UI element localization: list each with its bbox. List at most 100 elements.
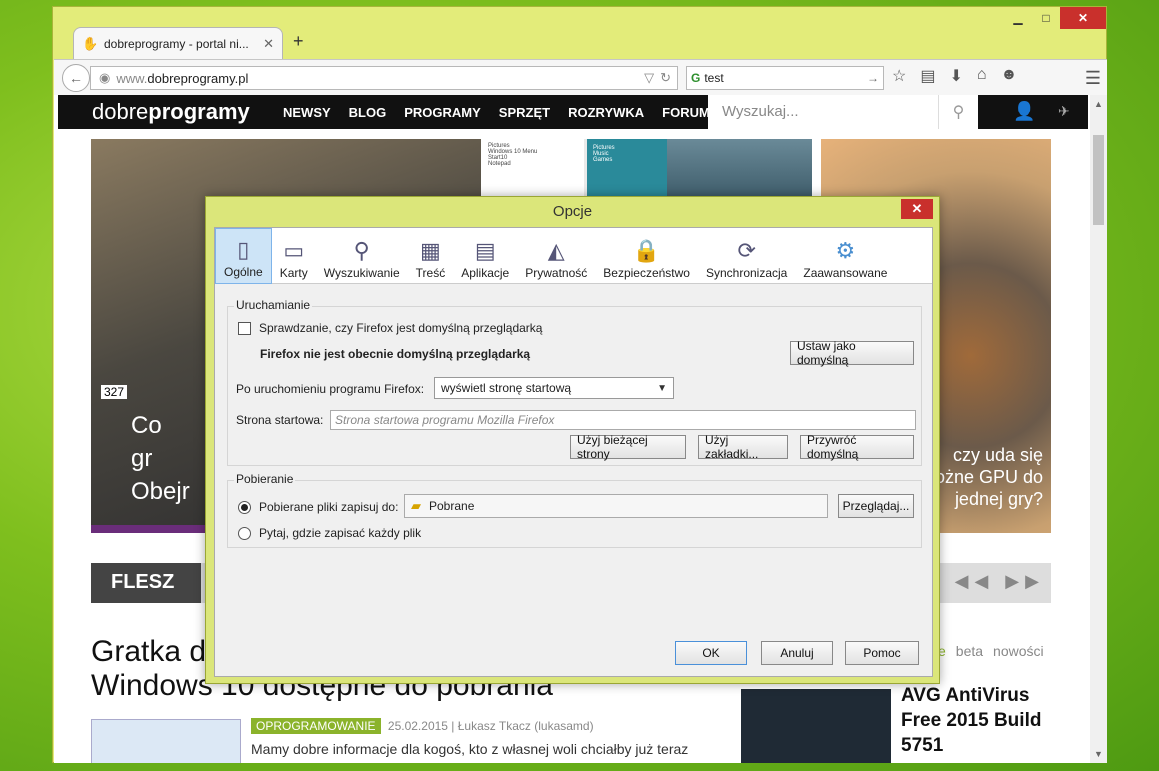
- side-tab-beta[interactable]: beta: [956, 643, 983, 659]
- site-logo[interactable]: dobreprogramy: [92, 99, 250, 125]
- default-check-label: Sprawdzanie, czy Firefox jest domyślną p…: [259, 321, 543, 335]
- gear-icon: ⚙: [835, 238, 856, 263]
- site-favicon-icon: ✋: [82, 35, 99, 51]
- downloads-icon[interactable]: ⬇: [949, 66, 962, 86]
- plane-icon[interactable]: ✈: [1058, 103, 1070, 120]
- user-icon[interactable]: 👤: [1013, 101, 1035, 122]
- ok-button[interactable]: OK: [675, 641, 747, 665]
- navigation-toolbar: ← ◉ www. dobreprogramy.pl ▽ ↻ G test → ☆…: [54, 59, 1107, 95]
- tabs-icon: ▭: [283, 238, 305, 263]
- nav-sprzet[interactable]: SPRZĘT: [499, 105, 550, 120]
- nav-forum[interactable]: FORUM: [662, 105, 710, 120]
- on-start-select[interactable]: wyświetl stronę startową ▼: [434, 377, 674, 399]
- hamburger-menu-icon[interactable]: ☰: [1085, 68, 1101, 89]
- site-search-input[interactable]: Wyszukaj...: [708, 95, 938, 129]
- home-icon[interactable]: ⌂: [977, 66, 987, 86]
- tab-advanced[interactable]: ⚙ Zaawansowane: [795, 228, 895, 284]
- homepage-label: Strona startowa:: [236, 413, 324, 427]
- maximize-button[interactable]: □: [1032, 7, 1060, 29]
- article-category-badge[interactable]: OPROGRAMOWANIE: [251, 718, 381, 734]
- globe-icon: ◉: [99, 70, 111, 85]
- chevron-down-icon: ▼: [657, 382, 667, 394]
- url-domain: dobreprogramy.pl: [147, 70, 249, 86]
- dialog-close-button[interactable]: ✕: [901, 199, 933, 219]
- tab-close-icon[interactable]: ✕: [263, 36, 274, 52]
- not-default-text: Firefox nie jest obecnie domyślną przegl…: [260, 347, 531, 361]
- nav-programy[interactable]: PROGRAMY: [404, 105, 481, 120]
- search-input-value[interactable]: test: [704, 71, 723, 85]
- nav-newsy[interactable]: NEWSY: [283, 105, 331, 120]
- tab-content[interactable]: ▦ Treść: [408, 228, 454, 284]
- use-bookmark-button[interactable]: Użyj zakładki...: [698, 433, 788, 461]
- save-to-label: Pobierane pliki zapisuj do:: [259, 500, 399, 514]
- on-start-label: Po uruchomieniu programu Firefox:: [236, 382, 425, 396]
- tab-title: dobreprogramy - portal ni...: [104, 36, 249, 51]
- hero-article-middle[interactable]: Pictures Windows 10 Menu Start10 Notepad P…: [484, 139, 812, 199]
- lock-icon: 🔒: [632, 238, 661, 263]
- hero-left-text: Co gr Obejr: [131, 412, 190, 505]
- browser-tab[interactable]: ✋ dobreprogramy - portal ni... ✕: [73, 27, 283, 59]
- tab-applications[interactable]: ▤ Aplikacje: [453, 228, 517, 284]
- set-default-button[interactable]: Ustaw jako domyślną: [790, 339, 914, 367]
- side-article-title[interactable]: AVG AntiVirus Free 2015 Build 5751: [901, 683, 1041, 758]
- side-tab-new[interactable]: nowości: [993, 643, 1044, 659]
- tab-tabs[interactable]: ▭ Karty: [272, 228, 316, 284]
- restore-default-button[interactable]: Przywróć domyślną: [800, 433, 914, 461]
- nav-blog[interactable]: BLOG: [349, 105, 387, 120]
- ask-label: Pytaj, gdzie zapisać każdy plik: [259, 526, 422, 540]
- use-current-page-button[interactable]: Użyj bieżącej strony: [570, 433, 686, 461]
- help-button[interactable]: Pomoc: [845, 641, 919, 665]
- scroll-up-icon[interactable]: ▲: [1094, 99, 1103, 109]
- scroll-thumb[interactable]: [1093, 135, 1104, 225]
- back-button[interactable]: ←: [62, 64, 90, 92]
- startup-group: Uruchamianie Sprawdzanie, czy Firefox je…: [227, 298, 922, 466]
- url-bar[interactable]: ◉ www. dobreprogramy.pl ▽ ↻: [90, 66, 678, 90]
- nav-rozrywka[interactable]: ROZRYWKA: [568, 105, 644, 120]
- minimize-button[interactable]: ▁: [1004, 7, 1032, 29]
- url-dropdown-icon[interactable]: ▽: [644, 70, 654, 86]
- options-dialog: Opcje ✕ ▯ Ogólne ▭ Karty ⚲ Wyszukiwanie …: [205, 196, 940, 684]
- ask-radio[interactable]: [238, 526, 251, 540]
- ask-row[interactable]: Pytaj, gdzie zapisać każdy plik: [238, 526, 421, 540]
- save-to-radio[interactable]: [238, 500, 251, 514]
- search-go-icon[interactable]: →: [867, 71, 883, 85]
- save-to-row[interactable]: Pobierane pliki zapisuj do:: [238, 500, 398, 514]
- tab-sync[interactable]: ⟳ Synchronizacja: [698, 228, 795, 284]
- tab-general[interactable]: ▯ Ogólne: [215, 228, 272, 284]
- bookmarks-menu-icon[interactable]: ▤: [920, 66, 935, 86]
- content-icon: ▦: [420, 238, 441, 263]
- default-browser-checkbox[interactable]: [238, 321, 251, 335]
- search-bar[interactable]: G test →: [686, 66, 884, 90]
- site-search-icon[interactable]: ⚲: [938, 95, 978, 129]
- page-scrollbar[interactable]: ▲ ▼: [1090, 95, 1107, 763]
- tab-privacy[interactable]: ◭ Prywatność: [517, 228, 595, 284]
- default-check-row[interactable]: Sprawdzanie, czy Firefox jest domyślną p…: [238, 321, 542, 335]
- search-engine-icon[interactable]: G: [691, 71, 700, 85]
- article-thumbnail[interactable]: [91, 719, 241, 763]
- new-tab-button[interactable]: +: [293, 31, 304, 52]
- site-header: dobreprogramy NEWSY BLOG PROGRAMY SPRZĘT…: [58, 95, 1088, 129]
- comment-count: 327: [101, 385, 128, 399]
- reload-icon[interactable]: ↻: [660, 70, 671, 86]
- site-nav: NEWSY BLOG PROGRAMY SPRZĘT ROZRYWKA FORU…: [283, 105, 710, 120]
- article-excerpt: Mamy dobre informacje dla kogoś, kto z w…: [251, 741, 689, 757]
- bookmark-star-icon[interactable]: ☆: [892, 66, 906, 86]
- dialog-body: ▯ Ogólne ▭ Karty ⚲ Wyszukiwanie ▦ Treść …: [214, 227, 933, 677]
- homepage-input[interactable]: Strona startowa programu Mozilla Firefox: [330, 410, 916, 430]
- scroll-down-icon[interactable]: ▼: [1094, 749, 1103, 759]
- side-article-thumbnail[interactable]: [741, 689, 891, 763]
- toolbar-icons: ☆ ▤ ⬇ ⌂ ☻: [892, 66, 1017, 86]
- browse-button[interactable]: Przeglądaj...: [838, 494, 914, 518]
- tile-menu-preview: Pictures Music Games: [587, 139, 667, 199]
- search-icon: ⚲: [353, 238, 370, 263]
- side-tabs: ilne beta nowości: [924, 643, 1044, 659]
- tab-search[interactable]: ⚲ Wyszukiwanie: [316, 228, 408, 284]
- flesz-arrows-icon[interactable]: ◀◀ ▶▶: [955, 571, 1045, 592]
- switch-icon: ▯: [237, 237, 250, 262]
- tab-security[interactable]: 🔒 Bezpieczeństwo: [595, 228, 698, 284]
- downloads-group: Pobieranie Pobierane pliki zapisuj do: ▰…: [227, 472, 922, 548]
- download-folder-field[interactable]: ▰ Pobrane: [404, 494, 828, 518]
- close-window-button[interactable]: ✕: [1060, 7, 1106, 29]
- cancel-button[interactable]: Anuluj: [761, 641, 833, 665]
- chat-icon[interactable]: ☻: [1001, 66, 1018, 86]
